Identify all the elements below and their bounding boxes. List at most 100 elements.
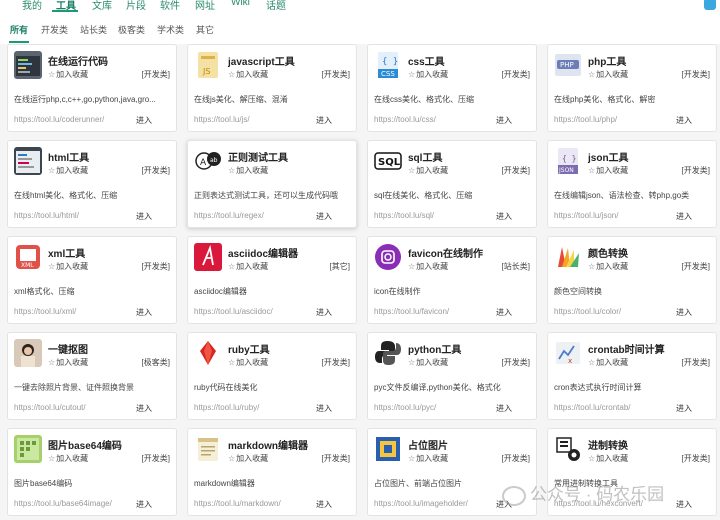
tool-url[interactable]: https://tool.lu/xml/ bbox=[14, 307, 76, 316]
tool-card[interactable]: ruby工具 ☆加入收藏 [开发类] ruby代码在线美化 https://tool.l… bbox=[187, 332, 357, 420]
add-favorite-button[interactable]: ☆加入收藏 bbox=[48, 165, 88, 176]
enter-link[interactable]: 进入 bbox=[316, 211, 332, 222]
tool-card[interactable]: 在线运行代码 ☆加入收藏 [开发类] 在线运行php,c,c++,go,python,… bbox=[7, 44, 177, 132]
tab-all[interactable]: 所有 bbox=[10, 23, 28, 36]
tab-dev[interactable]: 开发类 bbox=[41, 23, 68, 36]
tab-geek[interactable]: 极客类 bbox=[118, 23, 145, 36]
tool-url[interactable]: https://tool.lu/imageholder/ bbox=[374, 499, 468, 508]
nav-mine[interactable]: 我的 bbox=[22, 0, 42, 12]
tool-url[interactable]: https://tool.lu/crontab/ bbox=[554, 403, 631, 412]
placeholder-image-icon[interactable] bbox=[374, 435, 402, 463]
tool-title[interactable]: 一键抠图 bbox=[48, 341, 88, 356]
add-favorite-button[interactable]: ☆加入收藏 bbox=[228, 69, 268, 80]
js-file-icon[interactable]: JS bbox=[194, 51, 222, 79]
tool-title[interactable]: ruby工具 bbox=[228, 341, 270, 356]
tool-card[interactable]: favicon在线制作 ☆加入收藏 [站长类] icon在线制作 https://too… bbox=[367, 236, 537, 324]
tool-card[interactable]: { } JSON json工具 ☆加入收藏 [开发类] 在线编辑json、语法检查、转ph… bbox=[547, 140, 717, 228]
nav-wiki[interactable]: Wiki bbox=[231, 0, 250, 8]
tool-title[interactable]: crontab时间计算 bbox=[588, 341, 665, 356]
tool-card[interactable]: JS javascript工具 ☆加入收藏 [开发类] 在线js美化、解压缩、混淆 htt… bbox=[187, 44, 357, 132]
tool-title[interactable]: css工具 bbox=[408, 53, 445, 68]
tool-url[interactable]: https://tool.lu/php/ bbox=[554, 115, 617, 124]
tool-title[interactable]: sql工具 bbox=[408, 149, 442, 164]
add-favorite-button[interactable]: ☆加入收藏 bbox=[48, 69, 88, 80]
enter-link[interactable]: 进入 bbox=[496, 403, 512, 414]
enter-link[interactable]: 进入 bbox=[316, 499, 332, 510]
tool-title[interactable]: 颜色转换 bbox=[588, 245, 628, 260]
tab-webmaster[interactable]: 站长类 bbox=[80, 23, 107, 36]
tool-url[interactable]: https://tool.lu/base64image/ bbox=[14, 499, 112, 508]
enter-link[interactable]: 进入 bbox=[136, 499, 152, 510]
enter-link[interactable]: 进入 bbox=[136, 115, 152, 126]
nav-library[interactable]: 文库 bbox=[92, 0, 112, 12]
tool-url[interactable]: https://tool.lu/favicon/ bbox=[374, 307, 449, 316]
regex-icon[interactable]: Aab bbox=[194, 147, 222, 175]
add-favorite-button[interactable]: ☆加入收藏 bbox=[588, 453, 628, 464]
nav-snippets[interactable]: 片段 bbox=[126, 0, 146, 12]
tool-url[interactable]: https://tool.lu/sql/ bbox=[374, 211, 434, 220]
tool-title[interactable]: 图片base64编码 bbox=[48, 437, 122, 452]
nav-topics[interactable]: 话题 bbox=[266, 0, 286, 12]
css-file-icon[interactable]: { } CSS bbox=[374, 51, 402, 79]
tool-title[interactable]: html工具 bbox=[48, 149, 89, 164]
add-favorite-button[interactable]: ☆加入收藏 bbox=[408, 453, 448, 464]
nav-software[interactable]: 软件 bbox=[160, 0, 180, 12]
tool-card[interactable]: 图片base64编码 ☆加入收藏 [开发类] 图片base64编码 https://to… bbox=[7, 428, 177, 516]
tool-title[interactable]: xml工具 bbox=[48, 245, 85, 260]
code-editor-icon[interactable] bbox=[14, 51, 42, 79]
add-favorite-button[interactable]: ☆加入收藏 bbox=[408, 261, 448, 272]
enter-link[interactable]: 进入 bbox=[676, 115, 692, 126]
enter-link[interactable]: 进入 bbox=[496, 307, 512, 318]
binary-convert-icon[interactable] bbox=[554, 435, 582, 463]
favicon-icon[interactable] bbox=[374, 243, 402, 271]
asciidoc-icon[interactable] bbox=[194, 243, 222, 271]
tool-url[interactable]: https://tool.lu/markdown/ bbox=[194, 499, 281, 508]
tool-url[interactable]: https://tool.lu/html/ bbox=[14, 211, 79, 220]
tool-card[interactable]: 颜色转换 ☆加入收藏 [开发类] 颜色空间转换 https://tool.lu/colo… bbox=[547, 236, 717, 324]
tool-card[interactable]: asciidoc编辑器 ☆加入收藏 [其它] asciidoc编辑器 https://t… bbox=[187, 236, 357, 324]
tool-title[interactable]: 在线运行代码 bbox=[48, 53, 108, 68]
add-favorite-button[interactable]: ☆加入收藏 bbox=[408, 357, 448, 368]
tool-card[interactable]: html工具 ☆加入收藏 [开发类] 在线html美化、格式化、压缩 https://t… bbox=[7, 140, 177, 228]
add-favorite-button[interactable]: ☆加入收藏 bbox=[588, 165, 628, 176]
add-favorite-button[interactable]: ☆加入收藏 bbox=[228, 453, 268, 464]
tool-card[interactable]: Aab 正则测试工具 ☆加入收藏 正则表达式测试工具，还可以生成代码哦 https://… bbox=[187, 140, 357, 228]
tool-card[interactable]: SQL sql工具 ☆加入收藏 [开发类] sql在线美化、格式化、压缩 https://… bbox=[367, 140, 537, 228]
tool-title[interactable]: asciidoc编辑器 bbox=[228, 245, 298, 260]
enter-link[interactable]: 进入 bbox=[676, 403, 692, 414]
tool-title[interactable]: markdown编辑器 bbox=[228, 437, 308, 452]
tool-url[interactable]: https://tool.lu/color/ bbox=[554, 307, 621, 316]
enter-link[interactable]: 进入 bbox=[136, 403, 152, 414]
add-favorite-button[interactable]: ☆加入收藏 bbox=[228, 165, 268, 176]
color-palette-icon[interactable] bbox=[554, 243, 582, 271]
enter-link[interactable]: 进入 bbox=[316, 115, 332, 126]
sql-icon[interactable]: SQL bbox=[374, 147, 402, 175]
add-favorite-button[interactable]: ☆加入收藏 bbox=[588, 357, 628, 368]
enter-link[interactable]: 进入 bbox=[496, 211, 512, 222]
tool-card[interactable]: XML xml工具 ☆加入收藏 [开发类] xml格式化、压缩 https://tool.… bbox=[7, 236, 177, 324]
enter-link[interactable]: 进入 bbox=[676, 307, 692, 318]
tool-title[interactable]: json工具 bbox=[588, 149, 629, 164]
add-favorite-button[interactable]: ☆加入收藏 bbox=[48, 453, 88, 464]
enter-link[interactable]: 进入 bbox=[136, 307, 152, 318]
add-favorite-button[interactable]: ☆加入收藏 bbox=[48, 261, 88, 272]
tool-url[interactable]: https://tool.lu/cutout/ bbox=[14, 403, 86, 412]
tool-title[interactable]: favicon在线制作 bbox=[408, 245, 483, 260]
tool-url[interactable]: https://tool.lu/coderunner/ bbox=[14, 115, 104, 124]
add-favorite-button[interactable]: ☆加入收藏 bbox=[408, 165, 448, 176]
add-favorite-button[interactable]: ☆加入收藏 bbox=[408, 69, 448, 80]
tool-url[interactable]: https://tool.lu/js/ bbox=[194, 115, 250, 124]
add-favorite-button[interactable]: ☆加入收藏 bbox=[588, 261, 628, 272]
tool-url[interactable]: https://tool.lu/css/ bbox=[374, 115, 436, 124]
tool-title[interactable]: 进制转换 bbox=[588, 437, 628, 452]
nav-urls[interactable]: 网址 bbox=[195, 0, 215, 12]
tool-card[interactable]: x crontab时间计算 ☆加入收藏 [开发类] cron表达式执行时间计算 https… bbox=[547, 332, 717, 420]
json-file-icon[interactable]: { } JSON bbox=[554, 147, 582, 175]
add-favorite-button[interactable]: ☆加入收藏 bbox=[48, 357, 88, 368]
notepad-icon[interactable] bbox=[194, 435, 222, 463]
tool-url[interactable]: https://tool.lu/ruby/ bbox=[194, 403, 259, 412]
tool-card[interactable]: 一键抠图 ☆加入收藏 [极客类] 一键去除照片背景、证件照换背景 https://too… bbox=[7, 332, 177, 420]
tool-card[interactable]: PHP php工具 ☆加入收藏 [开发类] 在线php美化、格式化、解密 https://… bbox=[547, 44, 717, 132]
add-favorite-button[interactable]: ☆加入收藏 bbox=[228, 261, 268, 272]
tool-url[interactable]: https://tool.lu/json/ bbox=[554, 211, 618, 220]
